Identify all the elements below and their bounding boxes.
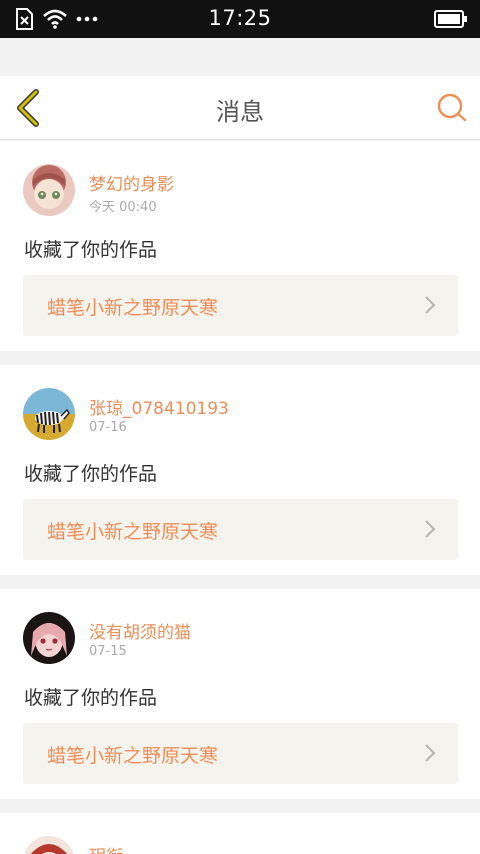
action-text: 收藏了你的作品 <box>24 239 158 261</box>
user-name[interactable]: 没有胡须的猫 <box>89 618 191 643</box>
avatar[interactable] <box>23 164 75 216</box>
work-link[interactable]: 蜡笔小新之野原天寒 <box>23 723 458 784</box>
status-time: 17:25 <box>208 6 272 30</box>
work-link[interactable]: 蜡笔小新之野原天寒 <box>23 499 458 560</box>
avatar-icon <box>23 836 75 854</box>
avatar[interactable] <box>23 388 75 440</box>
avatar[interactable] <box>23 612 75 664</box>
chevron-right-icon <box>425 296 436 314</box>
status-bar: 17:25 <box>0 0 480 38</box>
status-right <box>434 9 468 33</box>
chevron-right-icon <box>425 744 436 762</box>
message-card: 张琼_078410193 07-16 收藏了你的作品 蜡笔小新之野原天寒 <box>0 365 480 575</box>
page-title: 消息 <box>216 98 264 126</box>
message-list: 梦幻的身影 今天 00:40 收藏了你的作品 蜡笔小新之野原天寒 张琼_0784… <box>0 141 480 854</box>
nav-bar: 消息 <box>0 76 480 140</box>
battery-icon <box>434 10 467 28</box>
user-name[interactable]: 张琼_078410193 <box>89 394 229 419</box>
avatar-anime-girl-icon <box>23 612 75 664</box>
chevron-right-icon <box>425 520 436 538</box>
avatar-girl-icon <box>23 164 75 216</box>
avatar[interactable] <box>23 836 75 854</box>
message-card: 梦幻的身影 今天 00:40 收藏了你的作品 蜡笔小新之野原天寒 <box>0 141 480 351</box>
search-button[interactable] <box>436 92 468 124</box>
action-text: 收藏了你的作品 <box>24 687 158 709</box>
message-card: 没有胡须的猫 07-15 收藏了你的作品 蜡笔小新之野原天寒 <box>0 589 480 799</box>
work-title: 蜡笔小新之野原天寒 <box>47 745 219 767</box>
post-time: 07-15 <box>89 644 127 659</box>
message-card: 玥衔 <box>0 813 480 854</box>
user-name[interactable]: 梦幻的身影 <box>89 170 174 195</box>
post-time: 07-16 <box>89 420 127 435</box>
user-name[interactable]: 玥衔 <box>89 842 123 854</box>
post-time: 今天 00:40 <box>89 200 157 215</box>
action-text: 收藏了你的作品 <box>24 463 158 485</box>
top-spacer <box>0 38 480 76</box>
work-title: 蜡笔小新之野原天寒 <box>47 521 219 543</box>
search-icon <box>437 93 467 122</box>
work-link[interactable]: 蜡笔小新之野原天寒 <box>23 275 458 336</box>
work-title: 蜡笔小新之野原天寒 <box>47 297 219 319</box>
avatar-zebra-icon <box>23 388 75 440</box>
